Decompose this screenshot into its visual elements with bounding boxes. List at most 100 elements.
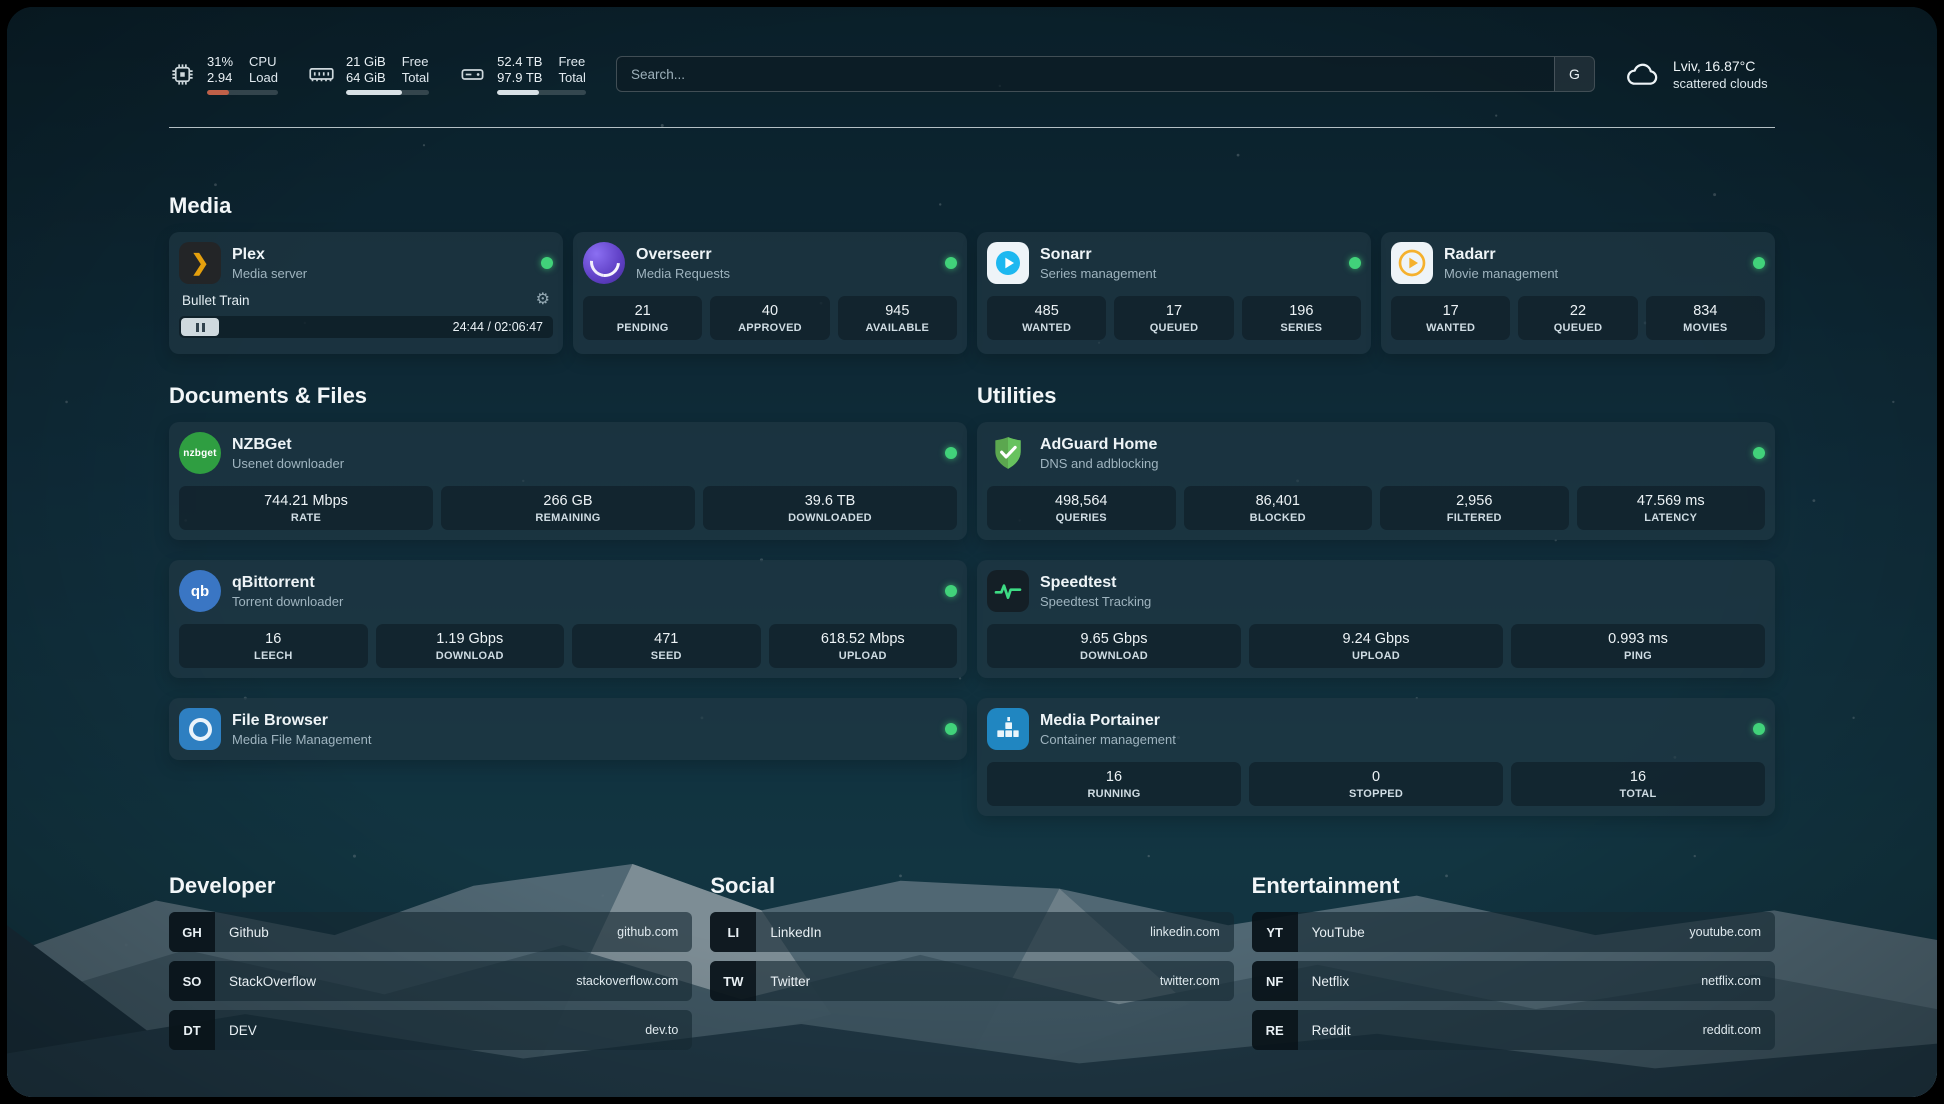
stat-label: REMAINING: [535, 511, 600, 525]
app-name: File Browser: [232, 711, 371, 731]
stat-download: 9.65 Gbps DOWNLOAD: [987, 624, 1241, 668]
social-section-title: Social: [710, 872, 1233, 900]
stat-queries: 498,564 QUERIES: [987, 486, 1176, 530]
cpu-label-top: CPU: [249, 54, 278, 70]
cpu-widget: 31% CPU 2.94 Load: [169, 54, 278, 95]
gear-icon[interactable]: ⚙: [536, 292, 550, 308]
app-name: Media Portainer: [1040, 711, 1176, 731]
app-card-nzbget[interactable]: nzbget NZBGet Usenet downloader 744.21 M…: [169, 422, 967, 540]
stat-label: UPLOAD: [839, 649, 887, 663]
disk-progress-track: [497, 90, 586, 95]
bookmark-badge: SO: [169, 961, 215, 1001]
status-dot: [945, 257, 957, 269]
app-subtitle: Media server: [232, 265, 307, 282]
stat-label: UPLOAD: [1352, 649, 1400, 663]
bookmark-github[interactable]: GH Github github.com: [169, 912, 692, 952]
bookmark-netflix[interactable]: NF Netflix netflix.com: [1252, 961, 1775, 1001]
documents-section-title: Documents & Files: [169, 382, 967, 410]
sonarr-icon: [987, 242, 1029, 284]
stat-queued: 17 QUEUED: [1114, 296, 1233, 340]
app-name: Plex: [232, 245, 307, 265]
stat-label: APPROVED: [738, 321, 802, 335]
bookmark-dev[interactable]: DT DEV dev.to: [169, 1010, 692, 1050]
cpu-icon: [169, 61, 196, 88]
status-dot: [1753, 257, 1765, 269]
app-card-sonarr[interactable]: Sonarr Series management 485 WANTED 17 Q…: [977, 232, 1371, 354]
stat-queued: 22 QUEUED: [1518, 296, 1637, 340]
stat-pending: 21 PENDING: [583, 296, 702, 340]
ram-total-value: 64 GiB: [346, 70, 386, 86]
stat-rate: 744.21 Mbps RATE: [179, 486, 433, 530]
app-card-speedtest[interactable]: Speedtest Speedtest Tracking 9.65 Gbps D…: [977, 560, 1775, 678]
stat-label: PING: [1624, 649, 1652, 663]
app-card-overseerr[interactable]: Overseerr Media Requests 21 PENDING 40 A…: [573, 232, 967, 354]
stat-value: 196: [1289, 302, 1313, 320]
status-dot: [1753, 723, 1765, 735]
ram-widget: 21 GiB Free 64 GiB Total: [308, 54, 429, 95]
stat-label: AVAILABLE: [866, 321, 930, 335]
bookmark-stackoverflow[interactable]: SO StackOverflow stackoverflow.com: [169, 961, 692, 1001]
stat-label: SEED: [651, 649, 682, 663]
stat-download: 1.19 Gbps DOWNLOAD: [376, 624, 565, 668]
bookmark-twitter[interactable]: TW Twitter twitter.com: [710, 961, 1233, 1001]
weather-location: Lviv, 16.87°C: [1673, 57, 1768, 75]
stat-series: 196 SERIES: [1242, 296, 1361, 340]
cpu-progress-fill: [207, 90, 229, 95]
stat-label: BLOCKED: [1250, 511, 1306, 525]
cpu-load-value: 2.94: [207, 70, 233, 86]
bookmark-linkedin[interactable]: LI LinkedIn linkedin.com: [710, 912, 1233, 952]
bookmark-name: StackOverflow: [215, 961, 316, 1001]
resource-monitors: 31% CPU 2.94 Load: [169, 54, 586, 95]
app-card-radarr[interactable]: Radarr Movie management 17 WANTED 22 QUE…: [1381, 232, 1775, 354]
stat-value: 22: [1570, 302, 1586, 320]
speedtest-icon: [987, 570, 1029, 612]
status-dot: [541, 257, 553, 269]
ram-label-top: Free: [402, 54, 429, 70]
disk-widget: 52.4 TB Free 97.9 TB Total: [459, 54, 586, 95]
section-media: Media ❯ Plex Media server Bullet Train: [169, 192, 1775, 354]
bookmark-url: dev.to: [645, 1010, 692, 1050]
search-engine-button[interactable]: G: [1554, 57, 1594, 91]
app-subtitle: DNS and adblocking: [1040, 455, 1159, 472]
app-card-filebrowser[interactable]: File Browser Media File Management: [169, 698, 967, 760]
cpu-progress-track: [207, 90, 278, 95]
utilities-section-title: Utilities: [977, 382, 1775, 410]
adguard-icon: [987, 432, 1029, 474]
bookmark-badge: RE: [1252, 1010, 1298, 1050]
stat-value: 0: [1372, 768, 1380, 786]
ram-progress-track: [346, 90, 429, 95]
top-bar: 31% CPU 2.94 Load: [169, 47, 1775, 101]
search-input[interactable]: [617, 57, 1554, 91]
stat-downloaded: 39.6 TB DOWNLOADED: [703, 486, 957, 530]
status-dot: [945, 585, 957, 597]
stat-label: MOVIES: [1683, 321, 1727, 335]
app-card-portainer[interactable]: Media Portainer Container management 16 …: [977, 698, 1775, 816]
stat-value: 17: [1166, 302, 1182, 320]
pause-button[interactable]: [181, 318, 219, 336]
stat-movies: 834 MOVIES: [1646, 296, 1765, 340]
stat-value: 2,956: [1456, 492, 1492, 510]
bookmark-name: Twitter: [756, 961, 810, 1001]
app-card-plex[interactable]: ❯ Plex Media server Bullet Train ⚙ 24:44: [169, 232, 563, 354]
app-card-adguard[interactable]: AdGuard Home DNS and adblocking 498,564 …: [977, 422, 1775, 540]
disk-icon: [459, 61, 486, 88]
bookmark-name: Reddit: [1298, 1010, 1351, 1050]
cloud-icon: [1625, 59, 1661, 89]
bookmark-reddit[interactable]: RE Reddit reddit.com: [1252, 1010, 1775, 1050]
app-name: Overseerr: [636, 245, 730, 265]
stat-value: 47.569 ms: [1637, 492, 1705, 510]
disk-label-top: Free: [558, 54, 585, 70]
stat-value: 16: [1106, 768, 1122, 786]
stat-stopped: 0 STOPPED: [1249, 762, 1503, 806]
app-card-qbittorrent[interactable]: qb qBittorrent Torrent downloader 16 LEE…: [169, 560, 967, 678]
stat-label: DOWNLOAD: [1080, 649, 1148, 663]
plex-playback-bar[interactable]: 24:44 / 02:06:47: [179, 316, 553, 338]
app-name: NZBGet: [232, 435, 344, 455]
app-subtitle: Media Requests: [636, 265, 730, 282]
section-social: Social LI LinkedIn linkedin.com TW Twitt…: [710, 872, 1233, 1001]
ram-free-value: 21 GiB: [346, 54, 386, 70]
stat-running: 16 RUNNING: [987, 762, 1241, 806]
cpu-label-bottom: Load: [249, 70, 278, 86]
bookmark-youtube[interactable]: YT YouTube youtube.com: [1252, 912, 1775, 952]
status-dot: [1753, 447, 1765, 459]
